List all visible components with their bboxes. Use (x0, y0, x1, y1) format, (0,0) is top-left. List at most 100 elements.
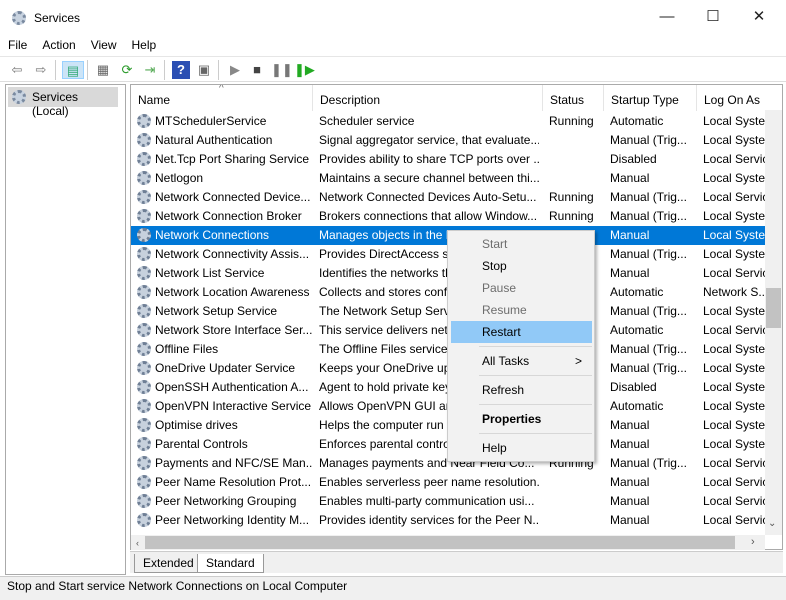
services-gear-icon (12, 90, 26, 104)
column-header-name[interactable]: Name (131, 85, 313, 111)
cell-name: Natural Authentication (155, 133, 273, 147)
cell-startup-type: Manual (610, 513, 650, 527)
scrollbar-thumb[interactable] (766, 288, 781, 328)
table-row[interactable]: Peer Networking Identity M... Provides id… (131, 511, 765, 530)
menu-item-label: Start (482, 237, 508, 251)
show-hide-console-tree-icon[interactable]: ▤ (62, 61, 84, 79)
menu-item-resume[interactable]: Resume (451, 299, 592, 321)
menu-help[interactable]: Help (124, 36, 164, 52)
table-row[interactable]: Netlogon Maintains a secure channel betwe… (131, 169, 765, 188)
service-gear-icon (137, 190, 151, 204)
column-header-status[interactable]: Status (543, 85, 604, 111)
cell-startup-type: Disabled (610, 152, 657, 166)
menu-item-pause[interactable]: Pause (451, 277, 592, 299)
forward-icon[interactable]: ⇨ (32, 61, 50, 79)
scroll-down-icon[interactable]: ⌄ (768, 518, 776, 529)
cell-startup-type: Manual (Trig... (610, 342, 687, 356)
restart-service-icon[interactable]: ❚▶ (294, 61, 315, 79)
cell-name: Network Store Interface Ser... (155, 323, 313, 337)
service-gear-icon (137, 513, 151, 527)
menu-separator (479, 375, 592, 376)
help-icon[interactable]: ? (172, 61, 190, 79)
cell-name: Optimise drives (155, 418, 238, 432)
table-row[interactable]: MTSchedulerService Scheduler service Runni… (131, 112, 765, 131)
cell-name: Parental Controls (155, 437, 248, 451)
menu-file[interactable]: File (0, 36, 34, 52)
menu-item-refresh[interactable]: Refresh (451, 379, 592, 401)
menu-item-stop[interactable]: Stop (451, 255, 592, 277)
vertical-scrollbar[interactable]: ⌄ (765, 110, 782, 535)
scroll-left-icon[interactable]: ‹ (136, 538, 139, 548)
export-list-icon[interactable]: ⇥ (141, 61, 159, 79)
table-row[interactable]: Peer Name Resolution Prot... Enables serv… (131, 473, 765, 492)
cell-log-on-as: Local Servic (703, 456, 765, 470)
service-gear-icon (137, 133, 151, 147)
tab-extended[interactable]: Extended (134, 554, 203, 573)
menu-item-label: Refresh (482, 383, 525, 397)
cell-name: OpenVPN Interactive Service (155, 399, 312, 413)
back-icon[interactable]: ⇦ (8, 61, 26, 79)
maximize-button[interactable]: ☐ (690, 0, 736, 34)
service-gear-icon (137, 266, 151, 280)
service-gear-icon (137, 437, 151, 451)
table-row[interactable]: Net.Tcp Port Sharing Service Provides abi… (131, 150, 765, 169)
menu-item-help[interactable]: Help (451, 437, 592, 459)
cell-name: Network Connectivity Assis... (155, 247, 310, 261)
tab-standard[interactable]: Standard (197, 554, 264, 573)
table-row[interactable]: Natural Authentication Signal aggregator … (131, 131, 765, 150)
cell-startup-type: Automatic (610, 399, 664, 413)
column-header-startup-type[interactable]: Startup Type (604, 85, 697, 111)
service-gear-icon (137, 418, 151, 432)
cell-description: Signal aggregator service, that evaluate… (319, 133, 539, 147)
table-row[interactable]: Network Connection Broker Brokers connect… (131, 207, 765, 226)
menu-item-properties[interactable]: Properties (451, 408, 592, 430)
service-gear-icon (137, 285, 151, 299)
column-header-log-on-as[interactable]: Log On As (697, 85, 782, 111)
tree-item-services-local[interactable]: Services (Local) (8, 87, 118, 118)
minimize-button[interactable]: — (644, 0, 690, 34)
column-header-description[interactable]: Description (313, 85, 543, 111)
cell-status: Running (549, 114, 594, 128)
menu-action[interactable]: Action (34, 36, 82, 52)
cell-status: Running (549, 209, 594, 223)
pause-service-icon[interactable]: ❚❚ (271, 61, 293, 79)
cell-startup-type: Manual (Trig... (610, 190, 687, 204)
menu-item-all-tasks[interactable]: All Tasks > (451, 350, 592, 372)
cell-startup-type: Automatic (610, 323, 664, 337)
service-gear-icon (137, 209, 151, 223)
menu-item-label: Help (482, 441, 507, 455)
cell-name: Peer Networking Grouping (155, 494, 297, 508)
menu-item-restart[interactable]: Restart (451, 321, 592, 343)
cell-name: Payments and NFC/SE Man... (155, 456, 313, 470)
cell-startup-type: Manual (610, 418, 650, 432)
service-gear-icon (137, 456, 151, 470)
cell-startup-type: Manual (Trig... (610, 456, 687, 470)
cell-startup-type: Manual (610, 494, 650, 508)
start-service-icon[interactable]: ▶ (226, 61, 244, 79)
scrollbar-thumb[interactable] (145, 536, 735, 549)
refresh-icon[interactable]: ⟳ (118, 61, 136, 79)
close-button[interactable]: ✕ (736, 0, 782, 34)
menu-item-label: Resume (482, 303, 527, 317)
menu-item-label: All Tasks (482, 354, 530, 368)
properties-icon[interactable]: ▦ (94, 61, 112, 79)
title-bar: Services — ☐ ✕ (0, 0, 786, 36)
cell-name: Offline Files (155, 342, 219, 356)
service-gear-icon (137, 361, 151, 375)
table-row[interactable]: Peer Networking Grouping Enables multi-pa… (131, 492, 765, 511)
show-action-pane-icon[interactable]: ▣ (195, 61, 213, 79)
view-tabs: Extended Standard (130, 551, 783, 573)
window-title: Services (34, 11, 81, 25)
table-row[interactable]: Network Connected Device... Network Conne… (131, 188, 765, 207)
submenu-arrow-icon: > (574, 354, 582, 368)
menu-separator (479, 404, 592, 405)
scroll-right-icon[interactable]: › (751, 536, 755, 548)
stop-service-icon[interactable]: ■ (248, 61, 266, 79)
menu-item-start[interactable]: Start (451, 233, 592, 255)
cell-startup-type: Manual (610, 475, 650, 489)
menu-view[interactable]: View (83, 36, 124, 52)
horizontal-scrollbar[interactable]: ‹ › (131, 535, 765, 550)
cell-name: OpenSSH Authentication A... (155, 380, 309, 394)
cell-status: Running (549, 190, 594, 204)
menu-separator (479, 433, 592, 434)
